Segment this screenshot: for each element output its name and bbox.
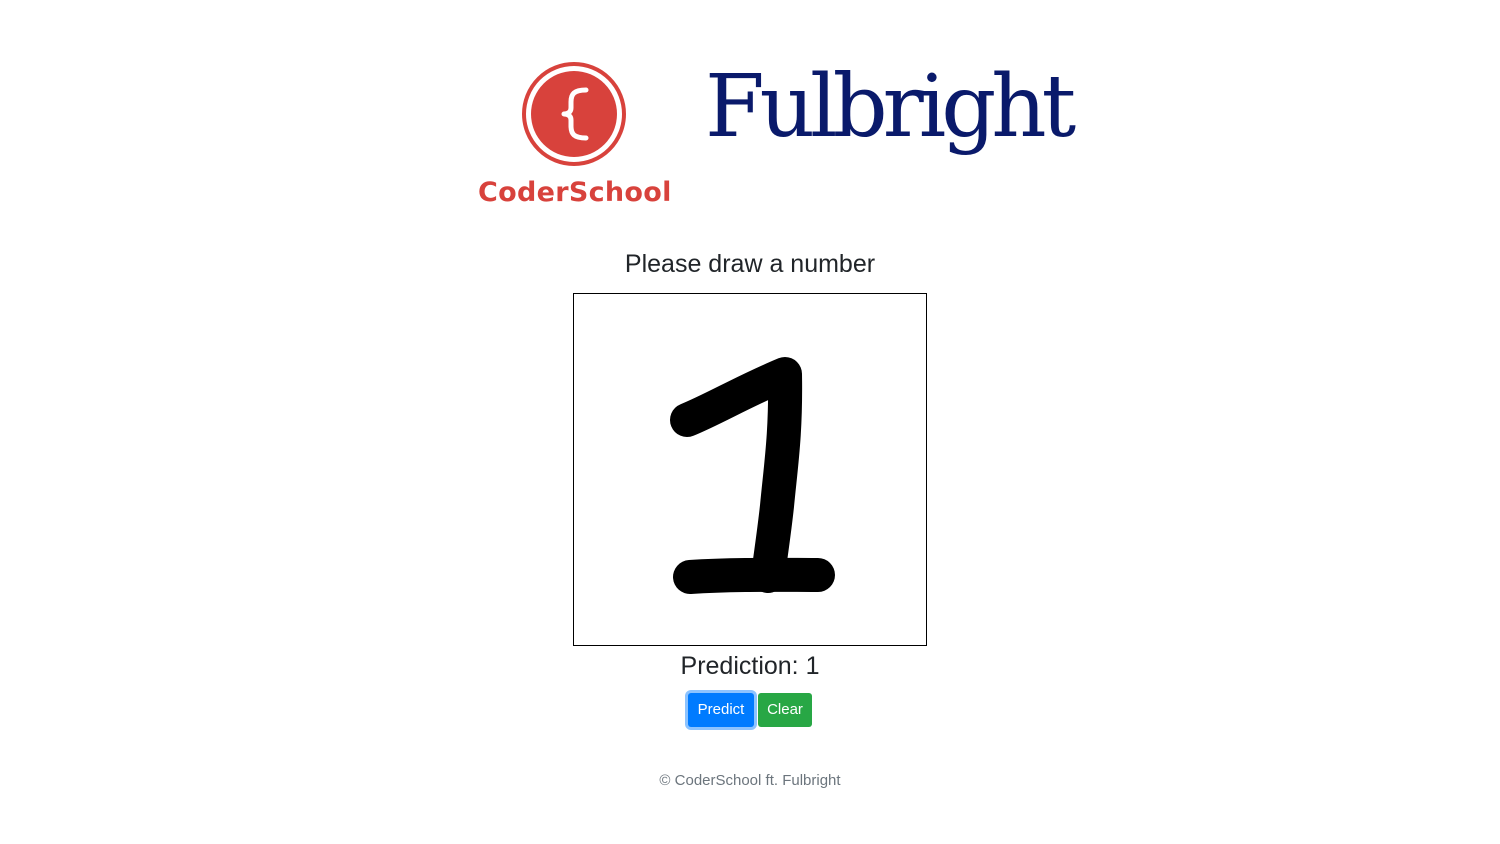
coderschool-logo: CoderSchool bbox=[478, 60, 672, 210]
drawn-digit-strokes bbox=[670, 357, 835, 594]
predict-button[interactable]: Predict bbox=[688, 693, 754, 727]
action-buttons: Predict Clear bbox=[0, 693, 1500, 727]
footer-copyright: © CoderSchool ft. Fulbright bbox=[659, 772, 841, 789]
drawing-canvas[interactable] bbox=[573, 293, 927, 646]
prediction-result: Prediction: 1 bbox=[680, 652, 820, 680]
coderschool-emblem-icon bbox=[522, 62, 626, 166]
fulbright-logo: Fulbright bbox=[705, 57, 1076, 157]
coderschool-wordmark: CoderSchool bbox=[478, 177, 672, 208]
page: CoderSchool Fulbright Please draw a numb… bbox=[0, 0, 1500, 844]
draw-instruction: Please draw a number bbox=[624, 250, 876, 278]
clear-button[interactable]: Clear bbox=[758, 693, 812, 727]
